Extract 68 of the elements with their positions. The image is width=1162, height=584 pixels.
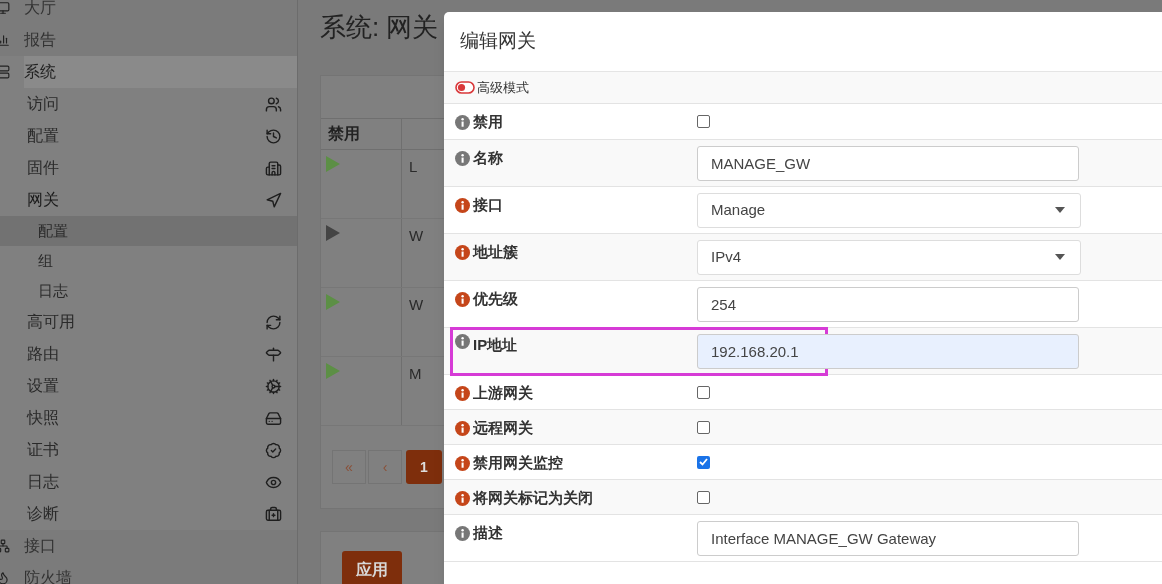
nav-subitem[interactable]: 配置 — [0, 216, 297, 246]
text-field[interactable]: Interface MANAGE_GW Gateway — [697, 520, 1079, 556]
nav-item[interactable]: 接口 — [24, 530, 297, 562]
field-label: IP地址 — [473, 335, 518, 355]
history-icon — [265, 127, 282, 145]
nav-item[interactable]: 设置 — [27, 374, 59, 398]
nav-subitem[interactable]: 日志 — [0, 276, 297, 306]
dialog-title: 编辑网关 — [460, 29, 536, 54]
text-field[interactable]: 254 — [697, 286, 1079, 322]
drive-icon — [265, 409, 282, 427]
pagination-button[interactable]: 1 — [406, 450, 442, 484]
field-label: 名称 — [473, 148, 503, 168]
navigation-arrow-icon — [265, 191, 282, 209]
nav-item[interactable]: 日志 — [27, 470, 59, 494]
checkbox[interactable] — [697, 455, 710, 469]
field-label: 禁用网关监控 — [473, 453, 563, 473]
caret-icon — [1055, 254, 1065, 260]
text-field[interactable]: 192.168.20.1 — [697, 333, 1079, 369]
page-title: 系统: 网关 — [320, 11, 439, 44]
nav-item[interactable]: 配置 — [27, 124, 59, 148]
nav-item[interactable]: 证书 — [27, 438, 59, 462]
field-label: 地址簇 — [473, 242, 518, 262]
users-icon — [265, 95, 282, 113]
server-icon — [0, 65, 10, 79]
play-icon[interactable] — [326, 225, 340, 241]
checkbox[interactable] — [697, 385, 710, 399]
field-label: 远程网关 — [473, 418, 533, 438]
nav-item[interactable]: 大厅 — [24, 0, 297, 24]
checkbox[interactable] — [697, 490, 710, 504]
signpost-icon — [265, 345, 282, 363]
field-label: 上游网关 — [473, 383, 533, 403]
table-cell-text: W — [408, 226, 424, 246]
nav-subitem[interactable]: 组 — [0, 246, 297, 276]
table-cell-text: W — [408, 295, 424, 315]
nav-item[interactable]: 诊断 — [27, 502, 59, 526]
apply-button[interactable]: 应用 — [342, 551, 402, 584]
column-header: 禁用 — [321, 119, 402, 149]
certificate-icon — [265, 441, 282, 459]
chart-icon — [0, 33, 10, 47]
dropdown[interactable]: IPv4 — [697, 239, 1081, 275]
medical-kit-icon — [265, 505, 282, 523]
nav-item[interactable]: 高可用 — [27, 310, 75, 334]
field-label: 接口 — [473, 195, 503, 215]
nav-item[interactable]: 快照 — [27, 406, 59, 430]
nav-item[interactable]: 网关 — [27, 188, 59, 212]
checkmark-icon — [699, 458, 708, 466]
monitor-icon — [0, 1, 10, 15]
field-label: 优先级 — [473, 289, 518, 309]
toggle-switch[interactable] — [455, 81, 475, 94]
dropdown[interactable]: Manage — [697, 192, 1081, 228]
checkbox[interactable] — [697, 420, 710, 434]
building-icon — [265, 159, 282, 177]
checkbox[interactable] — [697, 115, 710, 128]
nav-item[interactable]: 固件 — [27, 156, 59, 180]
nav-item[interactable]: 系统 — [24, 56, 297, 88]
refresh-icon — [265, 313, 282, 331]
table-cell-text: L — [408, 157, 418, 177]
field-label: 将网关标记为关闭 — [473, 488, 593, 508]
nav-item[interactable]: 路由 — [27, 342, 59, 366]
table-cell-text: M — [408, 364, 422, 384]
nav-item[interactable]: 访问 — [27, 92, 59, 116]
nav-item[interactable]: 报告 — [24, 24, 297, 56]
text-field[interactable]: MANAGE_GW — [697, 145, 1079, 181]
caret-icon — [1055, 207, 1065, 213]
field-label: 描述 — [473, 523, 503, 543]
field-label: 禁用 — [473, 112, 503, 132]
toggle-label: 高级模式 — [477, 78, 529, 97]
network-icon — [0, 539, 10, 553]
